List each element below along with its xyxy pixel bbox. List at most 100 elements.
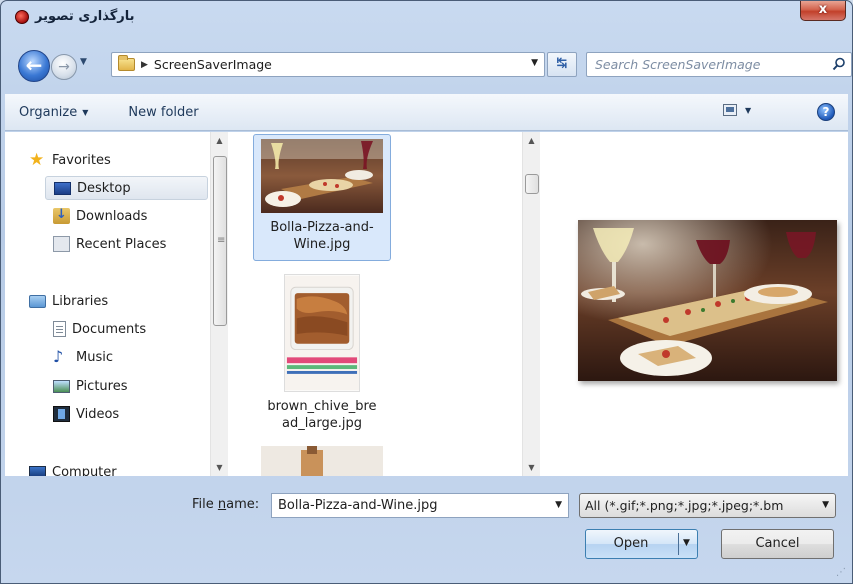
resize-grip-icon[interactable]: ⋰ [836,567,848,579]
cancel-button[interactable]: Cancel [721,529,834,559]
file-list-scrollbar[interactable]: ▲ ▼ [522,132,540,476]
sidebar-item-documents[interactable]: Documents [53,317,146,341]
organize-label: Organize [19,104,78,120]
downloads-icon [53,207,70,224]
file-item[interactable]: brown_chive_bre ad_large.jpg [253,270,391,440]
command-bar: Organize ▼ New folder ▼ ? [5,94,848,131]
file-name-value: Bolla-Pizza-and-Wine.jpg [278,498,438,513]
sidebar-item-music[interactable]: ♪ Music [53,345,113,369]
sidebar-item-downloads[interactable]: Downloads [53,204,147,228]
file-item-partial[interactable] [253,446,391,476]
sidebar-item-label: Favorites [52,152,111,168]
file-open-dialog: بارگذاری تصویر x ← → ▼ ▶ ScreenSaverImag… [0,0,853,584]
window-title-text: بارگذاری تصویر [35,9,135,24]
recent-locations-dropdown[interactable]: ▼ [80,57,87,67]
forward-button[interactable]: → [51,54,77,80]
title-bar[interactable]: بارگذاری تصویر x [1,1,852,31]
sidebar-item-label: Music [76,349,113,365]
libraries-icon [29,294,46,308]
file-name-line: ad_large.jpg [282,416,362,431]
chevron-down-icon[interactable]: ▼ [555,494,562,517]
forward-arrow-icon: → [58,59,70,75]
chevron-down-icon: ▼ [745,105,752,115]
back-button[interactable]: ← [18,50,50,82]
documents-icon [53,321,66,337]
scroll-up-arrow-icon[interactable]: ▲ [211,132,228,149]
sidebar-item-favorites[interactable]: ★ Favorites [29,148,111,172]
computer-icon [29,466,46,476]
file-type-filter[interactable]: All (*.gif;*.png;*.jpg;*.jpeg;*.bm ▼ [579,493,836,518]
scroll-down-arrow-icon[interactable]: ▼ [211,459,228,476]
pictures-icon [53,379,70,393]
sidebar-item-libraries[interactable]: Libraries [29,289,108,313]
file-thumbnail [284,274,360,392]
split-divider [678,533,679,555]
navigation-scrollbar[interactable]: ▲ ≡ ▼ [210,132,228,476]
scroll-up-arrow-icon[interactable]: ▲ [523,132,540,149]
chevron-down-icon[interactable]: ▼ [531,58,538,68]
desktop-icon [54,181,71,195]
new-folder-button[interactable]: New folder [128,105,198,120]
chevron-right-icon[interactable]: ▶ [141,60,148,70]
file-name-label-post: ame: [226,497,260,512]
chevron-down-icon: ▼ [822,500,829,510]
back-arrow-icon: ← [25,53,43,77]
sidebar-item-label: Videos [76,406,120,422]
folder-icon [118,55,135,71]
navigation-pane[interactable]: ★ Favorites Desktop Downloads Recent Pla… [5,132,210,476]
star-icon: ★ [29,150,45,170]
file-type-value: All (*.gif;*.png;*.jpg;*.jpeg;*.bm [585,498,784,513]
browser-content: ★ Favorites Desktop Downloads Recent Pla… [5,132,848,476]
refresh-icon: ↹ [556,56,568,71]
view-icon [723,104,737,116]
sidebar-item-recent-places[interactable]: Recent Places [53,232,166,256]
file-item[interactable]: Bolla-Pizza-and- Wine.jpg [253,134,391,261]
file-name-label: File name: [192,497,259,512]
search-placeholder: Search ScreenSaverImage [595,57,761,72]
sidebar-item-label: Computer [52,464,117,477]
open-label: Open [613,536,649,551]
scrollbar-thumb[interactable] [525,174,539,194]
grip-icon: ≡ [217,235,226,246]
close-button[interactable]: x [800,1,846,21]
open-options-dropdown[interactable]: ▼ [683,538,690,548]
preview-image [578,220,837,381]
sidebar-item-label: Downloads [76,208,148,224]
sidebar-item-label: Recent Places [76,236,167,252]
address-bar: ← → ▼ ▶ ScreenSaverImage ▼ ↹ Search Scre… [1,41,852,91]
file-thumbnail [261,139,383,213]
sidebar-item-label: Desktop [77,180,131,196]
search-icon[interactable] [832,57,846,71]
sidebar-item-label: Documents [72,321,147,337]
search-input[interactable]: Search ScreenSaverImage [586,52,852,77]
breadcrumb[interactable]: ▶ ScreenSaverImage ▼ [111,52,545,77]
file-name-line: Bolla-Pizza-and- [270,220,374,235]
app-icon [15,9,29,24]
sidebar-item-videos[interactable]: Videos [53,402,119,426]
chevron-down-icon: ▼ [82,107,89,117]
preview-pane [545,132,848,476]
change-view-button[interactable]: ▼ [723,104,751,116]
help-button[interactable]: ? [817,103,835,121]
scrollbar-thumb[interactable]: ≡ [213,156,227,326]
dialog-footer: File name: Bolla-Pizza-and-Wine.jpg ▼ Al… [1,478,852,583]
file-name-label-accelerator: n [217,497,227,512]
breadcrumb-folder[interactable]: ScreenSaverImage [154,57,272,72]
file-name-line: Wine.jpg [293,237,351,252]
file-name-field[interactable]: Bolla-Pizza-and-Wine.jpg ▼ [271,493,569,518]
sidebar-item-label: Libraries [52,293,109,309]
scroll-down-arrow-icon[interactable]: ▼ [523,459,540,476]
music-icon: ♪ [53,347,64,366]
videos-icon [53,406,70,422]
open-button[interactable]: Open ▼ [585,529,698,559]
sidebar-item-desktop[interactable]: Desktop [45,176,208,200]
file-name-label-pre: File [192,497,218,512]
sidebar-item-computer[interactable]: Computer [29,460,117,476]
file-name-line: brown_chive_bre [267,399,377,414]
organize-button[interactable]: Organize ▼ [19,105,88,120]
refresh-button[interactable]: ↹ [547,52,577,77]
file-thumbnail [261,446,383,476]
window-title: بارگذاری تصویر [15,9,135,24]
sidebar-item-pictures[interactable]: Pictures [53,374,127,398]
file-list[interactable]: Bolla-Pizza-and- Wine.jpg brown_chive_br… [233,132,523,476]
